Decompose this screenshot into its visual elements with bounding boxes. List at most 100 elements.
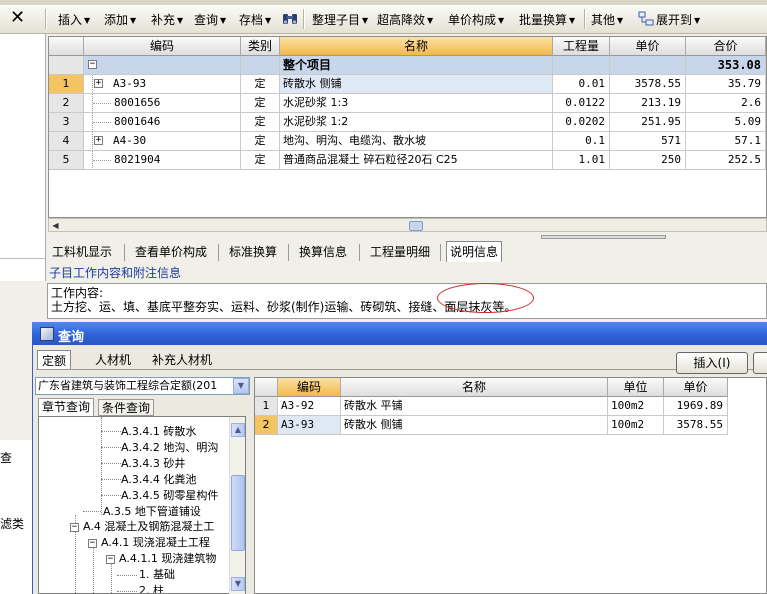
col-header-price[interactable]: 单价 (610, 37, 686, 56)
qty-cell[interactable]: 0.0202 (553, 113, 610, 132)
scroll-down-icon[interactable]: ▼ (231, 577, 245, 591)
col-header-qty[interactable]: 工程量 (553, 37, 610, 56)
tree-node-selected[interactable]: A.3.4.1 砖散水 (121, 424, 196, 439)
tab-description-info[interactable]: 说明信息 (446, 241, 503, 262)
close-icon[interactable]: ✕ (10, 9, 25, 27)
tab-quantity-detail[interactable]: 工程量明细 (367, 243, 433, 261)
binoculars-icon[interactable] (282, 11, 298, 27)
scroll-thumb[interactable] (231, 475, 245, 551)
total-cell[interactable]: 35.79 (686, 75, 766, 94)
type-cell[interactable]: 定 (241, 75, 280, 94)
tab-condition-search[interactable]: 条件查询 (98, 399, 155, 416)
work-content-box[interactable]: 工作内容: 土方挖、运、填、基底平整夯实、运料、砂浆(制作)运输、砖砌筑、接缝、… (47, 283, 767, 319)
type-cell[interactable]: 定 (241, 113, 280, 132)
quota-library-select[interactable]: 广东省建筑与装饰工程综合定额(201 (35, 377, 250, 395)
tree-node[interactable]: A.3.4.4 化粪池 (121, 472, 196, 487)
price-cell[interactable]: 251.95 (610, 113, 686, 132)
scroll-thumb[interactable] (409, 221, 423, 231)
organize-items-menu[interactable]: 整理子目 ▼ (312, 12, 368, 28)
col-header-type[interactable]: 类别 (241, 37, 280, 56)
code-cell[interactable]: 8001656 (84, 94, 241, 113)
col-header-unit[interactable]: 单位 (608, 378, 664, 397)
query-menu[interactable]: 查询 ▼ (194, 12, 226, 28)
price-cell[interactable]: 571 (610, 132, 686, 151)
price-cell[interactable]: 250 (610, 151, 686, 170)
tree-node[interactable]: A.4.1.1 现浇建筑物 (119, 551, 216, 566)
super-high-menu[interactable]: 超高降效 ▼ (377, 12, 433, 28)
expand-icon[interactable]: + (94, 136, 103, 145)
archive-menu[interactable]: 存档 ▼ (239, 12, 271, 28)
col-header-name[interactable]: 名称 (341, 378, 608, 397)
code-cell[interactable]: A3-92 (278, 397, 341, 416)
col-header-price[interactable]: 单价 (664, 378, 728, 397)
name-cell[interactable]: 地沟、明沟、电缆沟、散水坡 (280, 132, 553, 151)
tree-node[interactable]: 1. 基础 (139, 567, 175, 582)
tab-conversion-info[interactable]: 换算信息 (296, 243, 350, 261)
qty-cell[interactable]: 1.01 (553, 151, 610, 170)
insert-menu[interactable]: 插入 ▼ (58, 12, 90, 28)
collapse-icon[interactable]: − (106, 555, 115, 564)
dialog-tab-supplement-material[interactable]: 补充人材机 (148, 350, 216, 370)
code-cell[interactable]: 8001646 (84, 113, 241, 132)
dialog-tab-labor-material[interactable]: 人材机 (91, 350, 135, 370)
total-cell[interactable]: 57.1 (686, 132, 766, 151)
price-cell[interactable]: 3578.55 (664, 416, 728, 435)
name-cell[interactable]: 普通商品混凝土 碎石粒径20石 C25 (280, 151, 553, 170)
type-cell[interactable]: 定 (241, 94, 280, 113)
expand-icon[interactable]: + (94, 79, 103, 88)
name-cell[interactable]: 水泥砂浆 1:2 (280, 113, 553, 132)
total-cell[interactable]: 2.6 (686, 94, 766, 113)
tab-material-machine[interactable]: 工料机显示 (49, 243, 115, 261)
tree-node[interactable]: A.3.4.2 地沟、明沟 (121, 440, 218, 455)
tab-chapter-search[interactable]: 章节查询 (38, 398, 95, 417)
qty-cell[interactable]: 0.01 (553, 75, 610, 94)
unit-price-composition-menu[interactable]: 单价构成 ▼ (448, 12, 504, 28)
total-cell[interactable]: 252.5 (686, 151, 766, 170)
qty-cell[interactable]: 0.0122 (553, 94, 610, 113)
tree-node[interactable]: A.3.4.5 砌零星构件 (121, 488, 218, 503)
supplement-menu[interactable]: 补充 ▼ (151, 12, 183, 28)
horizontal-scrollbar[interactable]: ◀ (48, 218, 767, 232)
add-menu[interactable]: 添加 ▼ (104, 12, 136, 28)
other-menu[interactable]: 其他 ▼ (591, 12, 623, 28)
col-header-total[interactable]: 合价 (686, 37, 766, 56)
collapse-icon[interactable]: − (88, 60, 97, 69)
tree-node[interactable]: A.3.5 地下管道铺设 (103, 504, 201, 519)
scroll-left-icon[interactable]: ◀ (50, 220, 61, 231)
type-cell[interactable]: 定 (241, 132, 280, 151)
tree-node[interactable]: A.3.4.3 砂井 (121, 456, 185, 471)
tree-node[interactable]: A.4 混凝土及钢筋混凝土工 (83, 519, 214, 534)
unit-cell[interactable]: 100m2 (608, 397, 664, 416)
name-cell[interactable]: 砖散水 侧铺 (280, 75, 553, 94)
code-cell[interactable]: 8021904 (84, 151, 241, 170)
total-cell[interactable]: 5.09 (686, 113, 766, 132)
query-dialog-titlebar[interactable] (32, 322, 767, 345)
tab-standard-conversion[interactable]: 标准换算 (226, 243, 280, 261)
col-header-code[interactable]: 编码 (278, 378, 341, 397)
price-cell[interactable]: 1969.89 (664, 397, 728, 416)
tree-node[interactable]: A.4.1 现浇混凝土工程 (101, 535, 210, 550)
name-cell[interactable]: 水泥砂浆 1:3 (280, 94, 553, 113)
name-cell[interactable]: 砖散水 侧铺 (341, 416, 608, 435)
chevron-down-icon[interactable]: ▼ (233, 378, 249, 394)
expand-to-menu[interactable]: 展开到 ▼ (656, 12, 700, 28)
batch-conversion-menu[interactable]: 批量换算 ▼ (519, 12, 575, 28)
type-cell[interactable]: 定 (241, 151, 280, 170)
splitter-handle[interactable] (541, 235, 666, 239)
tree-node[interactable]: 2. 柱 (139, 583, 164, 593)
collapse-icon[interactable]: − (88, 539, 97, 548)
code-cell[interactable]: A3-93 (278, 416, 341, 435)
expand-tree-icon[interactable] (638, 11, 654, 27)
tab-unit-price-composition[interactable]: 查看单价构成 (132, 243, 210, 261)
unit-cell[interactable]: 100m2 (608, 416, 664, 435)
dialog-tab-quota[interactable]: 定额 (37, 350, 72, 370)
collapse-icon[interactable]: − (70, 523, 79, 532)
scroll-up-icon[interactable]: ▲ (231, 423, 245, 437)
code-cell[interactable]: + A3-93 (84, 75, 241, 94)
price-cell[interactable]: 3578.55 (610, 75, 686, 94)
qty-cell[interactable]: 0.1 (553, 132, 610, 151)
name-cell[interactable]: 砖散水 平铺 (341, 397, 608, 416)
col-header-name[interactable]: 名称 (280, 37, 553, 56)
insert-button[interactable]: 插入(I) (676, 352, 748, 374)
price-cell[interactable]: 213.19 (610, 94, 686, 113)
